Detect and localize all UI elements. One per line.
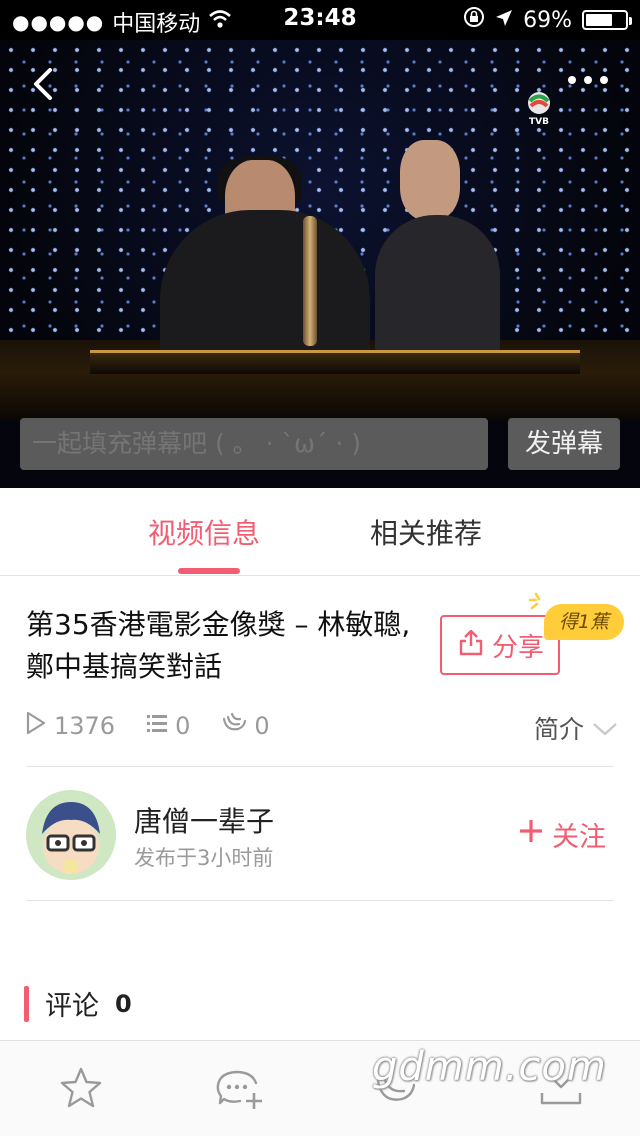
tab-video-info[interactable]: 视频信息 xyxy=(148,512,260,552)
battery-fill xyxy=(586,14,613,26)
banana-badge: 得1蕉 xyxy=(544,604,624,640)
plus-icon xyxy=(518,818,544,851)
tab-indicator xyxy=(178,568,240,574)
play-icon xyxy=(24,710,48,742)
uploader-avatar[interactable] xyxy=(26,790,116,880)
badge-spark-icon xyxy=(528,592,548,612)
orientation-lock-icon xyxy=(463,6,485,34)
video-title: 第35香港電影金像獎 – 林敏聰, 鄭中基搞笑對話 xyxy=(26,608,411,683)
views-count: 1376 xyxy=(54,712,116,740)
follow-label: 关注 xyxy=(552,822,606,853)
intro-label: 简介 xyxy=(533,715,584,744)
trophy xyxy=(303,216,317,346)
video-stats: 1376 0 0 xyxy=(24,710,614,742)
danmaku-input[interactable] xyxy=(20,418,488,470)
danmaku-count: 0 xyxy=(175,712,191,740)
share-button[interactable]: 分享 xyxy=(440,615,560,675)
tvb-logo-text: TVB xyxy=(529,117,549,126)
divider xyxy=(26,766,614,767)
watermark: gdmm.com xyxy=(372,1044,607,1090)
battery-icon xyxy=(582,10,632,30)
comment-add-icon[interactable] xyxy=(214,1063,264,1113)
presenter-left xyxy=(160,210,370,360)
comments-header: 评论 0 xyxy=(24,984,132,1023)
follow-button[interactable]: 关注 xyxy=(518,815,606,854)
comments-label: 评论 xyxy=(45,991,99,1022)
star-icon[interactable] xyxy=(56,1063,106,1113)
back-icon[interactable] xyxy=(26,62,62,106)
status-right: 69% xyxy=(463,6,632,34)
presenter-right-head xyxy=(400,140,460,220)
tvb-logo-icon: TVB xyxy=(522,90,556,127)
comments-count: 0 xyxy=(115,989,132,1018)
danmaku-list-icon xyxy=(145,712,169,740)
location-icon xyxy=(495,8,513,33)
status-bar: ●●●●● 中国移动 23:48 69% xyxy=(0,0,640,40)
presenter-right xyxy=(375,215,500,355)
intro-toggle[interactable]: 简介 xyxy=(534,710,618,746)
chevron-down-icon xyxy=(592,714,618,743)
banana-icon xyxy=(220,711,248,741)
views-stat: 1376 xyxy=(24,710,115,742)
battery-percent: 69% xyxy=(523,7,572,33)
share-label: 分享 xyxy=(491,632,544,663)
tab-bar: 视频信息 相关推荐 xyxy=(0,488,640,576)
danmaku-stat: 0 xyxy=(145,712,190,740)
uploader-name[interactable]: 唐僧一辈子 xyxy=(134,800,274,840)
banana-count: 0 xyxy=(254,712,270,740)
banana-stat: 0 xyxy=(220,711,270,741)
send-danmaku-button[interactable]: 发弹幕 xyxy=(508,418,620,470)
more-icon[interactable] xyxy=(568,76,608,84)
divider xyxy=(26,900,614,901)
upload-time: 发布于3小时前 xyxy=(134,846,274,870)
tab-related[interactable]: 相关推荐 xyxy=(370,512,482,552)
comments-accent-bar xyxy=(24,985,29,1022)
share-icon xyxy=(456,627,486,664)
podium xyxy=(90,350,580,374)
